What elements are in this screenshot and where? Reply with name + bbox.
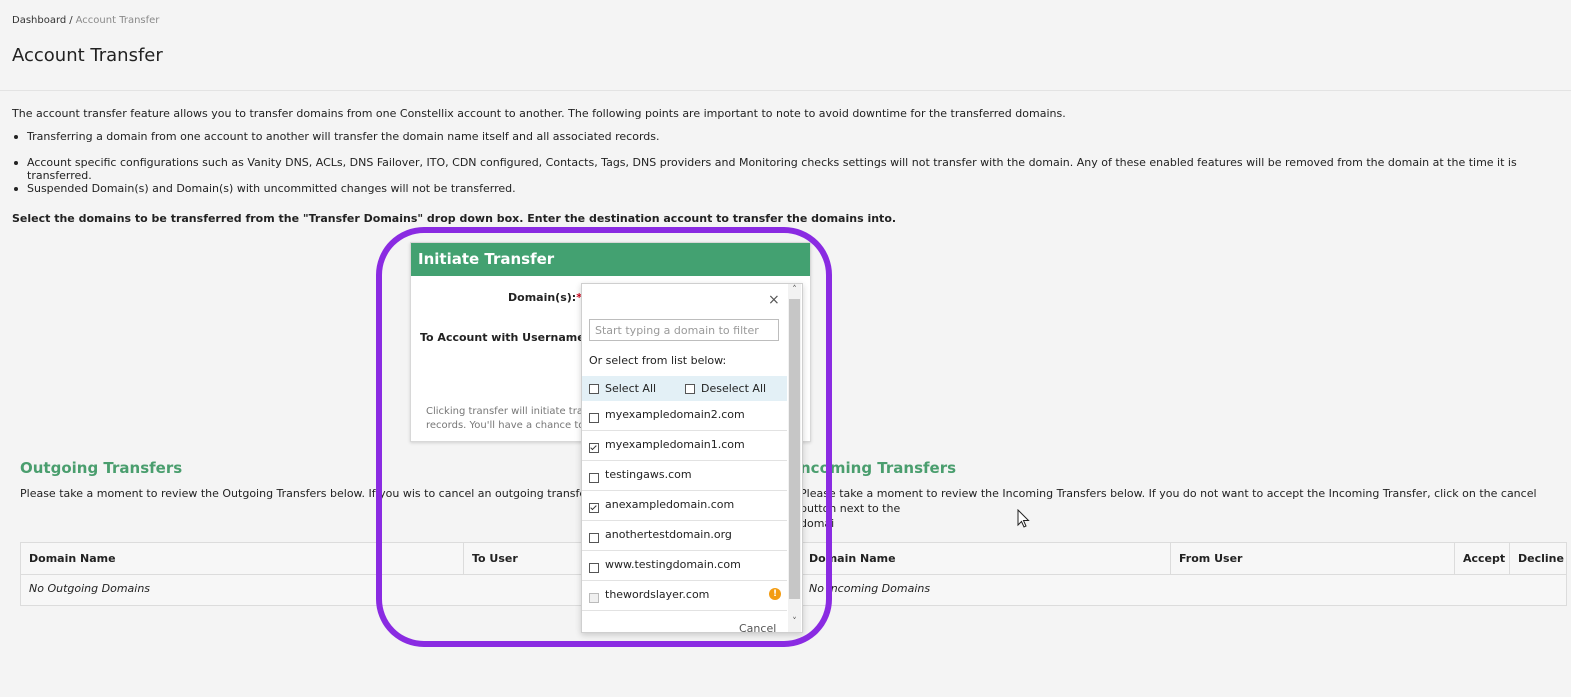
domain-option-label: testingaws.com <box>605 468 692 481</box>
modal-title: Initiate Transfer <box>411 243 810 276</box>
domain-option-label: anexampledomain.com <box>605 498 735 511</box>
intro-text: The account transfer feature allows you … <box>12 107 1066 120</box>
instruction-text: Select the domains to be transferred fro… <box>12 212 897 225</box>
outgoing-desc-text: Please take a moment to review the Outgo… <box>20 487 421 500</box>
col-to-user[interactable]: To User <box>464 543 596 574</box>
incoming-table: Domain Name From User Accept Decline No … <box>800 542 1567 606</box>
checkbox[interactable] <box>589 533 599 543</box>
select-from-list-label: Or select from list below: <box>589 354 727 367</box>
outgoing-desc: Please take a moment to review the Outgo… <box>20 486 654 501</box>
select-all-button[interactable]: Select All <box>589 382 656 395</box>
scrollbar-thumb[interactable] <box>789 299 800 599</box>
incoming-desc-line2: domai <box>800 517 835 530</box>
domain-option-label: anothertestdomain.org <box>605 528 732 541</box>
outgoing-table: Domain Name To User No Outgoing Domains <box>20 542 597 606</box>
outgoing-title: Outgoing Transfers <box>20 459 183 477</box>
title-divider <box>0 90 1571 91</box>
domain-option[interactable]: anothertestdomain.org <box>582 521 787 551</box>
modal-note-line1: Clicking transfer will initiate transf <box>426 406 586 417</box>
incoming-desc-line1: Please take a moment to review the Incom… <box>800 487 1537 515</box>
incoming-table-header: Domain Name From User Accept Decline <box>801 543 1566 575</box>
checkbox-checked[interactable] <box>589 443 599 453</box>
outgoing-empty: No Outgoing Domains <box>29 582 151 595</box>
domain-option[interactable]: www.testingdomain.com <box>582 551 787 581</box>
checkbox-checked[interactable] <box>589 503 599 513</box>
col-decline[interactable]: Decline <box>1510 543 1566 574</box>
note-item: Account specific configurations such as … <box>12 156 1571 182</box>
username-label: To Account with Username:* <box>420 331 595 344</box>
deselect-all-button[interactable]: Deselect All <box>685 382 766 395</box>
breadcrumb: Dashboard / Account Transfer <box>12 15 159 26</box>
notes-list: Transferring a domain from one account t… <box>12 130 1571 208</box>
incoming-empty: No Incoming Domains <box>809 582 931 595</box>
domain-select-dropdown[interactable]: × Or select from list below: Select All … <box>581 283 803 633</box>
select-all-bar: Select All Deselect All <box>582 376 787 401</box>
col-from-user[interactable]: From User <box>1171 543 1455 574</box>
page-title: Account Transfer <box>12 45 163 66</box>
domain-option[interactable]: anexampledomain.com <box>582 491 787 521</box>
warning-icon[interactable]: ! <box>769 588 781 600</box>
scroll-down-icon[interactable]: ˅ <box>788 617 801 627</box>
outgoing-table-header: Domain Name To User <box>21 543 596 575</box>
modal-note: Clicking transfer will initiate transf r… <box>426 405 586 433</box>
note-item: Transferring a domain from one account t… <box>12 130 1571 156</box>
checkbox[interactable] <box>589 563 599 573</box>
domain-option-label: www.testingdomain.com <box>605 558 741 571</box>
domain-option-label: myexampledomain2.com <box>605 408 745 421</box>
breadcrumb-dashboard-link[interactable]: Dashboard <box>12 15 66 26</box>
username-label-text: To Account with Username: <box>420 331 590 344</box>
domain-option-label: myexampledomain1.com <box>605 438 745 451</box>
close-icon[interactable]: × <box>768 292 780 308</box>
checkbox-icon <box>685 384 695 394</box>
scroll-up-icon[interactable]: ˄ <box>788 285 801 295</box>
col-domain-name[interactable]: Domain Name <box>801 543 1171 574</box>
domain-option[interactable]: testingaws.com <box>582 461 787 491</box>
breadcrumb-separator: / <box>69 15 73 26</box>
incoming-desc: Please take a moment to review the Incom… <box>800 486 1560 531</box>
col-domain-name[interactable]: Domain Name <box>21 543 464 574</box>
breadcrumb-current: Account Transfer <box>75 15 160 26</box>
domains-label: Domain(s):* <box>508 291 582 304</box>
checkbox-icon <box>589 384 599 394</box>
deselect-all-label: Deselect All <box>701 382 767 395</box>
checkbox[interactable] <box>589 473 599 483</box>
domain-option-label: thewordslayer.com <box>605 588 710 601</box>
domain-option[interactable]: myexampledomain1.com <box>582 431 787 461</box>
modal-note-line2: records. You'll have a chance to re <box>426 420 586 431</box>
domain-filter-input[interactable] <box>589 319 779 341</box>
checkbox-disabled <box>589 593 599 603</box>
select-all-label: Select All <box>605 382 657 395</box>
mouse-cursor-icon <box>1017 509 1030 528</box>
col-accept[interactable]: Accept <box>1455 543 1510 574</box>
dropdown-scrollbar[interactable]: ˄ ˅ <box>788 284 801 632</box>
domain-list: myexampledomain2.com myexampledomain1.co… <box>582 401 787 611</box>
incoming-title: ncoming Transfers <box>800 459 957 477</box>
checkbox[interactable] <box>589 413 599 423</box>
domain-option-disabled: thewordslayer.com! <box>582 581 787 611</box>
domains-label-text: Domain(s): <box>508 291 577 304</box>
domain-option[interactable]: myexampledomain2.com <box>582 401 787 431</box>
cancel-button[interactable]: Cancel <box>739 622 776 632</box>
note-item: Suspended Domain(s) and Domain(s) with u… <box>12 182 1571 208</box>
